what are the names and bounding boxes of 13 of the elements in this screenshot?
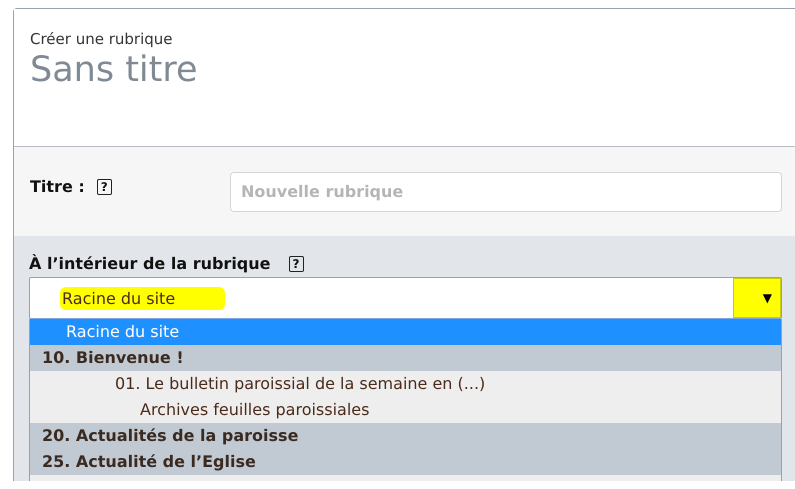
title-input[interactable]: Nouvelle rubrique (230, 172, 782, 212)
form-subtitle: Créer une rubrique (30, 30, 172, 48)
field-label: Titre : (30, 177, 85, 196)
dropdown-option[interactable]: 01. Le bulletin paroissial de la semaine en (...) (30, 371, 781, 397)
page-title: Sans titre (30, 50, 198, 90)
dropdown-option[interactable]: Archives feuilles paroissiales (30, 397, 781, 423)
dropdown-option[interactable]: 25. Actualité de l’Eglise (30, 449, 781, 475)
dropdown-option[interactable]: 10. Bienvenue ! (30, 345, 781, 371)
dropdown-option[interactable]: 20. Actualités de la paroisse (30, 423, 781, 449)
help-button[interactable]: ? (96, 178, 112, 194)
parent-select[interactable]: Racine du site ▼ (29, 277, 782, 319)
field-label: À l’intérieur de la rubrique (29, 254, 270, 273)
help-button[interactable]: ? (288, 256, 304, 272)
